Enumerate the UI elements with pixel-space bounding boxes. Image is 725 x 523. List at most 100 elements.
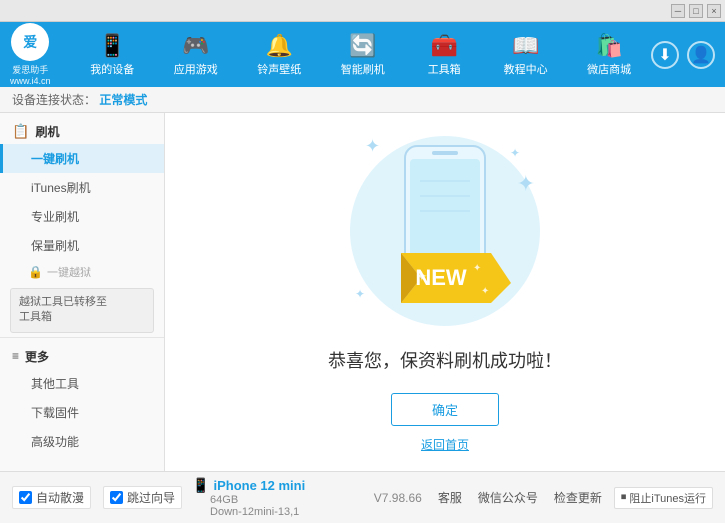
status-value: 正常模式 (99, 93, 147, 107)
ringtone-icon: 🔔 (266, 33, 293, 59)
nav-right-buttons: ⬇ 👤 (651, 41, 715, 69)
flash-section-icon: 📋 (12, 123, 29, 140)
weidian-icon: 🛍️ (595, 33, 622, 59)
skip-wizard-checkbox[interactable] (110, 491, 123, 504)
sidebar-locked-jailbreak: 🔒 一键越狱 (0, 260, 164, 284)
wechat-link[interactable]: 微信公众号 (478, 489, 538, 506)
toolbox-icon: 🧰 (430, 33, 457, 59)
tutorial-icon: 📖 (512, 33, 539, 59)
sidebar-item-save-flash[interactable]: 保量刷机 (0, 231, 164, 260)
sidebar-more-header: ≡ 更多 (0, 342, 164, 369)
nav-label-tutorial: 教程中心 (504, 61, 548, 77)
sparkle-4: ✦ (517, 171, 535, 197)
checkbox-group: 自动散漫 跳过向导 (12, 486, 182, 509)
logo-appname: 爱思助手 (12, 63, 48, 76)
device-name-row: 📱 iPhone 12 mini (192, 477, 374, 494)
logo-url: www.i4.cn (10, 76, 51, 86)
download-fw-label: 下载固件 (31, 406, 79, 420)
stop-itunes-label: 阻止iTunes运行 (629, 490, 706, 506)
status-label: 设备连接状态： (12, 93, 96, 107)
app-game-icon: 🎮 (182, 33, 209, 59)
more-icon: ≡ (12, 349, 19, 363)
main-content: ✦ ✦ ✦ ✦ (165, 113, 725, 471)
back-home-link[interactable]: 返回首页 (421, 436, 469, 453)
nav-label-my-device: 我的设备 (90, 61, 134, 77)
stop-itunes-button[interactable]: ⏹ 阻止iTunes运行 (614, 487, 713, 509)
status-bar: 设备连接状态： 正常模式 (0, 87, 725, 113)
jailbreak-notice: 越狱工具已转移至 工具箱 (10, 288, 154, 333)
nav-item-smart-flash[interactable]: 🔄 智能刷机 (331, 27, 395, 83)
new-badge: NEW ✦ ✦ ✦ (401, 238, 511, 311)
nav-label-ringtone: 铃声壁纸 (257, 61, 301, 77)
app-container: 爱 爱思助手 www.i4.cn 📱 我的设备 🎮 应用游戏 🔔 铃声壁纸 🔄 … (0, 22, 725, 523)
phone-illustration: ✦ ✦ ✦ ✦ (345, 131, 545, 331)
nav-items: 📱 我的设备 🎮 应用游戏 🔔 铃声壁纸 🔄 智能刷机 🧰 工具箱 📖 (71, 27, 651, 83)
success-text: 恭喜您，保资料刷机成功啦！ (328, 347, 562, 373)
bottom-right: V7.98.66 客服 微信公众号 检查更新 (374, 489, 602, 506)
smart-flash-icon: 🔄 (349, 33, 376, 59)
minimize-button[interactable]: ─ (671, 4, 685, 18)
save-flash-label: 保量刷机 (31, 239, 79, 253)
svg-text:✦: ✦ (473, 263, 481, 274)
pro-flash-label: 专业刷机 (31, 210, 79, 224)
auto-close-checkbox[interactable] (19, 491, 32, 504)
window-controls[interactable]: ─ □ × (671, 4, 721, 18)
title-bar: ─ □ × (0, 0, 725, 22)
skip-wizard-checkbox-item[interactable]: 跳过向导 (103, 486, 182, 509)
logo-area[interactable]: 爱 爱思助手 www.i4.cn (10, 23, 51, 86)
jailbreak-notice-line2: 工具箱 (19, 310, 145, 325)
nav-label-weidian: 微店商城 (587, 61, 631, 77)
support-link[interactable]: 客服 (438, 489, 462, 506)
more-label: 更多 (25, 348, 49, 365)
maximize-button[interactable]: □ (689, 4, 703, 18)
advanced-label: 高级功能 (31, 435, 79, 449)
sidebar-item-pro-flash[interactable]: 专业刷机 (0, 202, 164, 231)
skip-wizard-label[interactable]: 跳过向导 (127, 489, 175, 506)
nav-item-app-game[interactable]: 🎮 应用游戏 (164, 27, 228, 83)
bottom-bar: 自动散漫 跳过向导 📱 iPhone 12 mini 64GB Down-12m… (0, 471, 725, 523)
sparkle-1: ✦ (365, 136, 380, 157)
auto-close-label[interactable]: 自动散漫 (36, 489, 84, 506)
nav-item-my-device[interactable]: 📱 我的设备 (80, 27, 144, 83)
nav-item-weidian[interactable]: 🛍️ 微店商城 (577, 27, 641, 83)
logo-icon: 爱 (11, 23, 49, 61)
nav-label-smart-flash: 智能刷机 (341, 61, 385, 77)
device-info: 📱 iPhone 12 mini 64GB Down-12mini-13,1 (192, 477, 374, 518)
locked-label: 一键越狱 (47, 264, 91, 280)
flash-section-label: 刷机 (35, 123, 59, 140)
nav-item-tutorial[interactable]: 📖 教程中心 (494, 27, 558, 83)
device-capacity: 64GB (192, 494, 374, 506)
svg-text:✦: ✦ (481, 286, 489, 297)
nav-label-app-game: 应用游戏 (174, 61, 218, 77)
svg-text:✦: ✦ (416, 268, 428, 284)
lock-icon: 🔒 (28, 265, 43, 279)
other-tools-label: 其他工具 (31, 377, 79, 391)
content-area: 📋 刷机 一键刷机 iTunes刷机 专业刷机 保量刷机 🔒 一键越狱 越狱工具… (0, 113, 725, 471)
version-label: V7.98.66 (374, 491, 422, 505)
stop-itunes-icon: ⏹ (621, 491, 627, 504)
nav-item-toolbox[interactable]: 🧰 工具箱 (414, 27, 474, 83)
sparkle-3: ✦ (355, 287, 365, 301)
sidebar-item-one-key-flash[interactable]: 一键刷机 (0, 144, 164, 173)
user-button[interactable]: 👤 (687, 41, 715, 69)
nav-item-ringtone[interactable]: 🔔 铃声壁纸 (247, 27, 311, 83)
sidebar-item-itunes-flash[interactable]: iTunes刷机 (0, 173, 164, 202)
confirm-button[interactable]: 确定 (391, 393, 499, 426)
download-button[interactable]: ⬇ (651, 41, 679, 69)
sparkle-2: ✦ (510, 146, 520, 160)
my-device-icon: 📱 (99, 33, 126, 59)
device-name-label: iPhone 12 mini (213, 478, 305, 493)
close-button[interactable]: × (707, 4, 721, 18)
sidebar-item-download-fw[interactable]: 下载固件 (0, 398, 164, 427)
sidebar: 📋 刷机 一键刷机 iTunes刷机 专业刷机 保量刷机 🔒 一键越狱 越狱工具… (0, 113, 165, 471)
check-update-link[interactable]: 检查更新 (554, 489, 602, 506)
top-nav: 爱 爱思助手 www.i4.cn 📱 我的设备 🎮 应用游戏 🔔 铃声壁纸 🔄 … (0, 22, 725, 87)
device-phone-icon: 📱 (192, 477, 209, 494)
sidebar-item-other-tools[interactable]: 其他工具 (0, 369, 164, 398)
sidebar-divider (0, 337, 164, 338)
device-model: Down-12mini-13,1 (192, 506, 374, 518)
auto-close-checkbox-item[interactable]: 自动散漫 (12, 486, 91, 509)
nav-label-toolbox: 工具箱 (428, 61, 461, 77)
sidebar-section-flash: 📋 刷机 (0, 117, 164, 144)
sidebar-item-advanced[interactable]: 高级功能 (0, 427, 164, 456)
